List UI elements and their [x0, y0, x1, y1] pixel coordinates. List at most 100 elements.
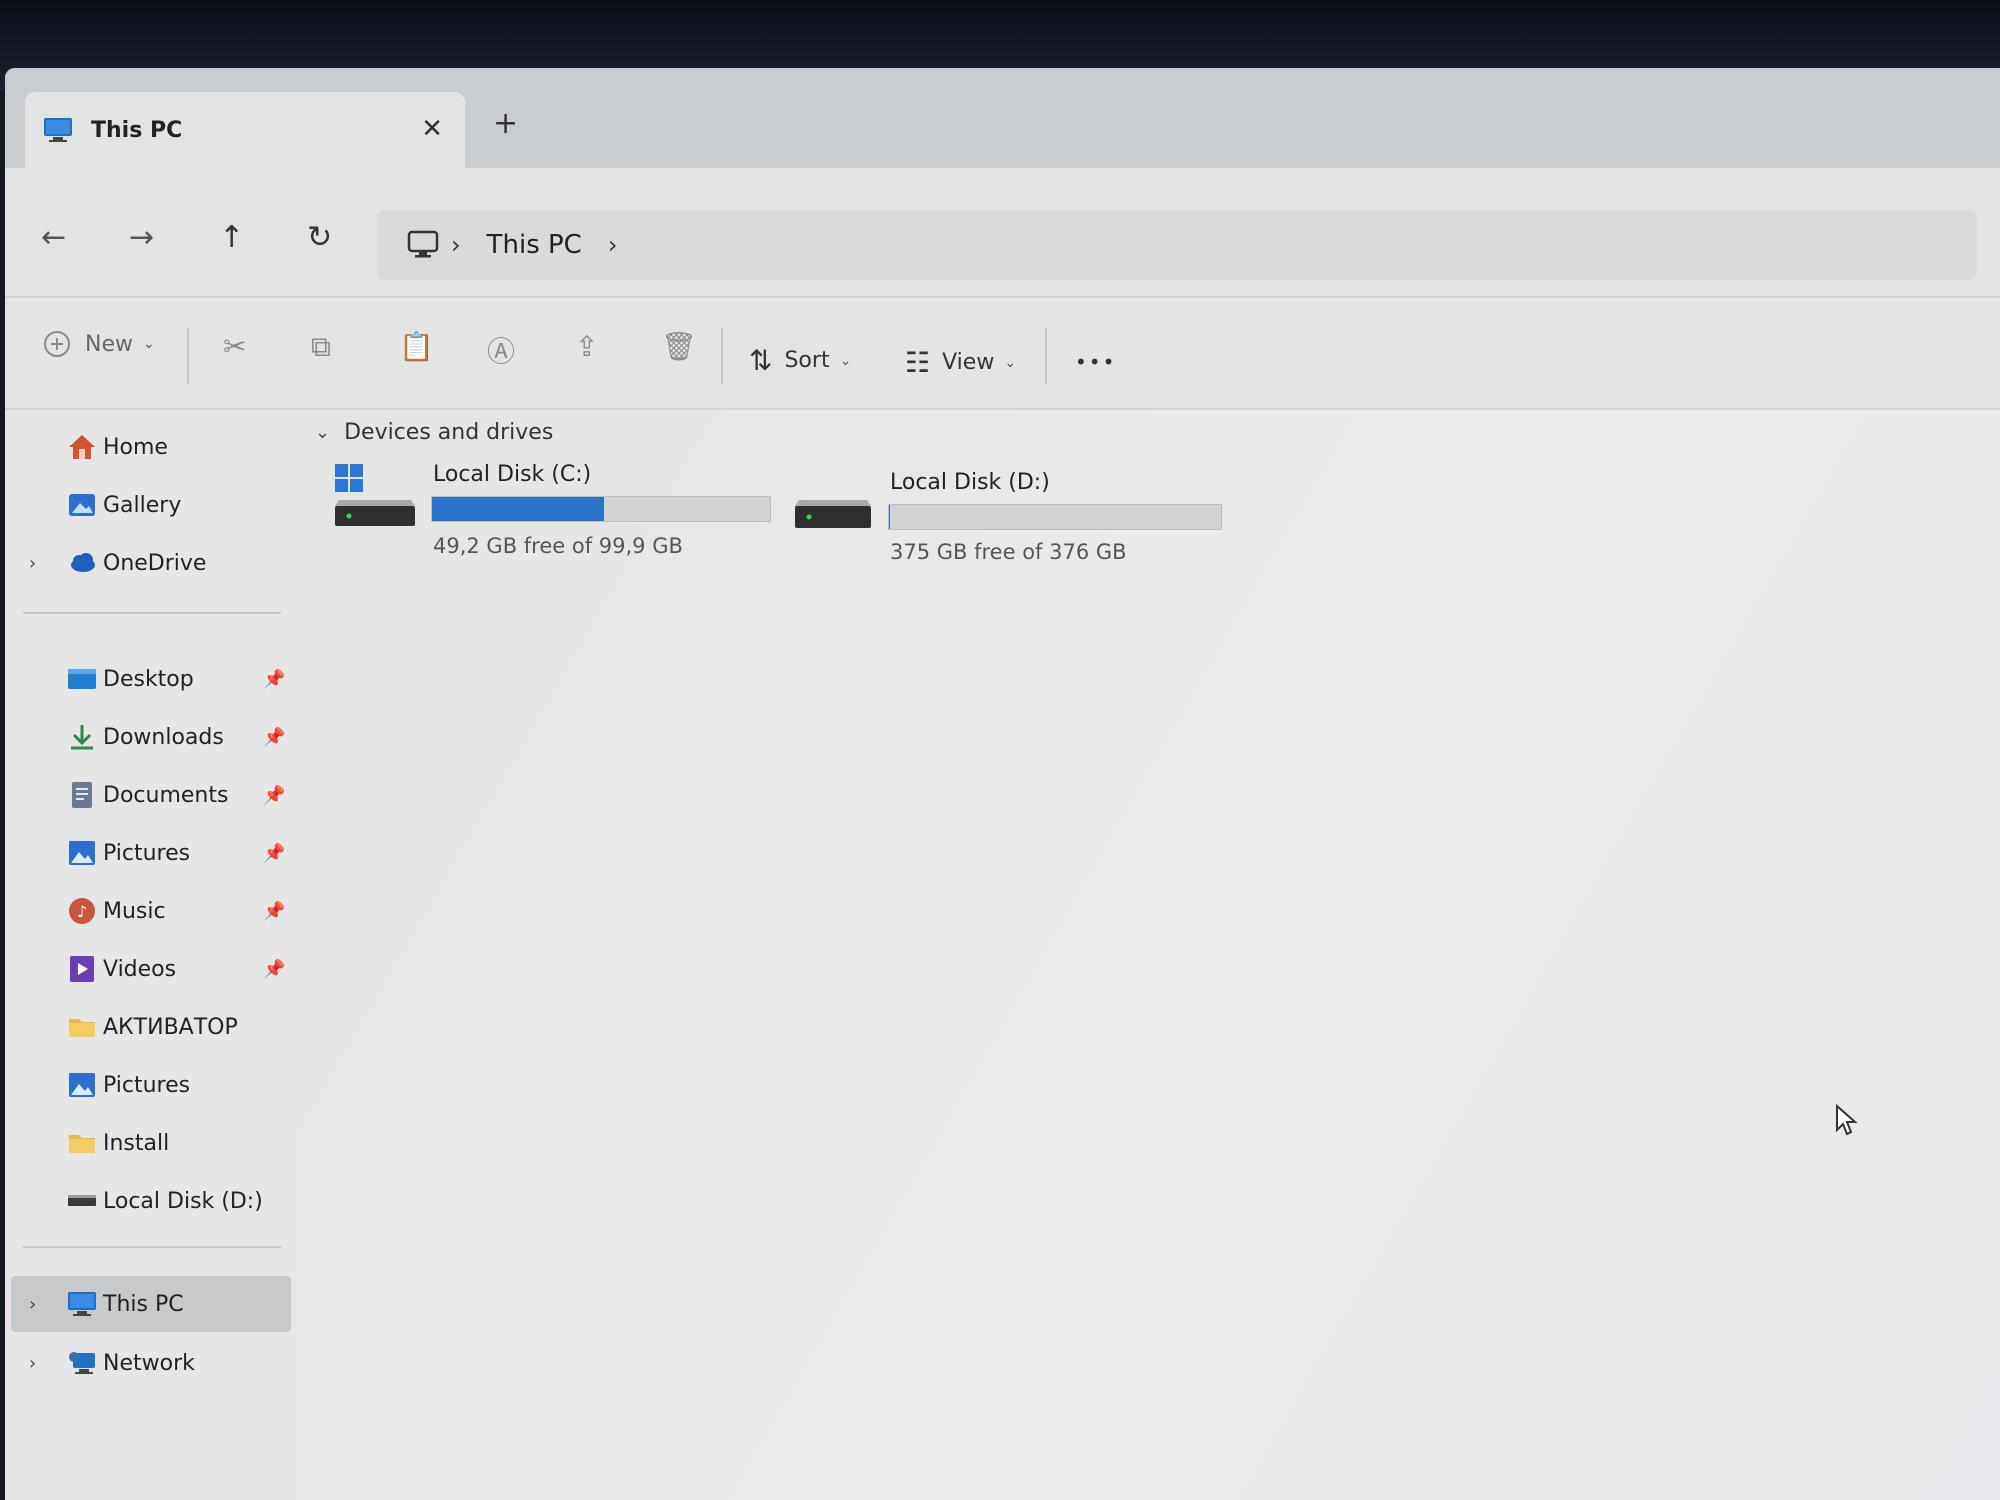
- sidebar-item-this-pc[interactable]: › This PC: [11, 1276, 291, 1332]
- folder-icon: [69, 1135, 95, 1153]
- gallery-icon: [69, 494, 95, 516]
- sidebar-item-documents[interactable]: Documents 📌: [5, 770, 290, 820]
- share-button[interactable]: ⇪: [575, 330, 610, 363]
- drive-free-space: 49,2 GB free of 99,9 GB: [433, 534, 683, 558]
- sidebar-item-network[interactable]: › Network: [5, 1338, 290, 1388]
- sidebar-item-local-disk-d[interactable]: Local Disk (D:): [5, 1176, 290, 1226]
- copy-button[interactable]: ⧉: [311, 330, 343, 364]
- pin-icon[interactable]: 📌: [263, 727, 285, 748]
- drive-tile-d[interactable]: Local Disk (D:) 375 GB free of 376 GB: [795, 470, 1235, 570]
- tab-title: This PC: [91, 117, 183, 143]
- sidebar-item-label: Gallery: [103, 492, 182, 518]
- toolbar-divider: [721, 328, 723, 384]
- sidebar-item-videos[interactable]: Videos 📌: [5, 944, 290, 994]
- new-button[interactable]: New ⌄: [43, 330, 155, 358]
- back-button[interactable]: ←: [41, 220, 66, 255]
- sidebar-divider: [23, 1246, 281, 1248]
- breadcrumb-chevron[interactable]: ›: [451, 231, 461, 259]
- chevron-right-icon[interactable]: ›: [29, 1353, 36, 1374]
- view-list-icon: ☷: [905, 346, 931, 379]
- trash-icon: 🗑: [661, 330, 697, 363]
- network-icon: [69, 1352, 95, 1374]
- view-button[interactable]: ☷ View ⌄: [905, 346, 1016, 379]
- sidebar-item-pictures-2[interactable]: Pictures: [5, 1060, 290, 1110]
- computer-icon: [68, 1292, 96, 1316]
- sidebar-item-label: Documents: [103, 782, 229, 808]
- sidebar-divider: [23, 612, 281, 614]
- sidebar-item-aktivator[interactable]: АКТИВАТОР: [5, 1002, 290, 1052]
- navigation-bar: ← → ↑ ↻ › This PC ›: [5, 168, 2000, 298]
- sidebar-item-label: АКТИВАТОР: [103, 1014, 238, 1040]
- chevron-down-icon[interactable]: ⌄: [315, 422, 330, 443]
- refresh-button[interactable]: ↻: [307, 220, 332, 255]
- pin-icon[interactable]: 📌: [263, 843, 285, 864]
- file-explorer-window: This PC ✕ + ← → ↑ ↻ › This PC › New ⌄ ✂ …: [5, 68, 2000, 1500]
- drive-name: Local Disk (D:): [890, 470, 1050, 495]
- up-button[interactable]: ↑: [219, 220, 244, 255]
- scissors-icon: ✂: [223, 330, 247, 363]
- pin-icon[interactable]: 📌: [263, 901, 285, 922]
- delete-button[interactable]: 🗑: [661, 330, 709, 363]
- sidebar-item-install[interactable]: Install: [5, 1118, 290, 1168]
- sidebar-item-label: Pictures: [103, 840, 191, 866]
- drive-tile-c[interactable]: Local Disk (C:) 49,2 GB free of 99,9 GB: [335, 462, 775, 562]
- sidebar-item-label: Pictures: [103, 1072, 191, 1098]
- sidebar-item-label: Network: [103, 1350, 195, 1376]
- tab-bar: This PC ✕ +: [5, 68, 2000, 168]
- sidebar-item-label: Local Disk (D:): [103, 1188, 263, 1214]
- sidebar-item-downloads[interactable]: Downloads 📌: [5, 712, 290, 762]
- navigation-pane: Home Gallery › OneDrive Desktop 📌 Downlo…: [5, 410, 295, 1500]
- sidebar-item-label: Downloads: [103, 724, 224, 750]
- sidebar-item-label: This PC: [103, 1291, 184, 1317]
- drive-usage-fill: [889, 505, 890, 529]
- svg-text:♪: ♪: [77, 902, 87, 921]
- main-content: ⌄ Devices and drives Local Disk (C:) 49,…: [295, 410, 2000, 1500]
- sidebar-item-pictures[interactable]: Pictures 📌: [5, 828, 290, 878]
- pin-icon[interactable]: 📌: [263, 785, 285, 806]
- chevron-right-icon[interactable]: ›: [29, 1294, 36, 1315]
- close-tab-button[interactable]: ✕: [421, 114, 443, 144]
- sort-button[interactable]: ⇅ Sort ⌄: [749, 344, 851, 377]
- sidebar-item-music[interactable]: ♪ Music 📌: [5, 886, 290, 936]
- more-options-button[interactable]: •••: [1075, 350, 1116, 374]
- new-tab-button[interactable]: +: [493, 106, 518, 141]
- system-drive-icon: [335, 464, 415, 526]
- chevron-down-icon: ⌄: [839, 352, 852, 369]
- group-header-devices[interactable]: ⌄ Devices and drives: [315, 420, 553, 445]
- pictures-icon: [69, 1073, 95, 1097]
- more-icon: •••: [1075, 350, 1117, 374]
- drive-icon: [68, 1195, 96, 1206]
- chevron-right-icon[interactable]: ›: [29, 553, 36, 574]
- sidebar-item-desktop[interactable]: Desktop 📌: [5, 654, 290, 704]
- view-label: View: [942, 350, 995, 375]
- tab-this-pc[interactable]: This PC ✕: [25, 92, 465, 168]
- drive-usage-bar: [888, 504, 1222, 530]
- sidebar-item-label: Install: [103, 1130, 170, 1156]
- sidebar-item-home[interactable]: Home: [5, 422, 290, 472]
- sidebar-item-label: Music: [103, 898, 166, 924]
- pin-icon[interactable]: 📌: [263, 669, 285, 690]
- pictures-icon: [69, 841, 95, 865]
- pin-icon[interactable]: 📌: [263, 959, 285, 980]
- rename-icon: Ⓐ: [487, 335, 516, 368]
- breadcrumb-this-pc[interactable]: This PC: [487, 230, 582, 260]
- document-icon: [72, 782, 92, 808]
- sidebar-item-gallery[interactable]: Gallery: [5, 480, 290, 530]
- command-bar: New ⌄ ✂ ⧉ 📋 Ⓐ ⇪ 🗑 ⇅ Sort ⌄ ☷ View ⌄ •••: [5, 300, 2000, 410]
- address-bar[interactable]: › This PC ›: [377, 210, 1977, 280]
- sidebar-item-onedrive[interactable]: › OneDrive: [5, 538, 290, 588]
- forward-button[interactable]: →: [129, 220, 154, 255]
- drive-icon: [795, 500, 871, 528]
- folder-icon: [69, 1019, 95, 1037]
- drive-usage-fill: [432, 497, 605, 521]
- breadcrumb-chevron[interactable]: ›: [608, 231, 618, 259]
- paste-button[interactable]: 📋: [399, 330, 446, 363]
- group-label: Devices and drives: [344, 420, 554, 445]
- music-icon: ♪: [69, 898, 95, 924]
- cut-button[interactable]: ✂: [223, 330, 258, 363]
- desktop-icon: [68, 669, 96, 689]
- video-icon: [70, 956, 94, 982]
- chevron-down-icon: ⌄: [1004, 354, 1017, 371]
- download-icon: [71, 725, 93, 750]
- rename-button[interactable]: Ⓐ: [487, 330, 527, 370]
